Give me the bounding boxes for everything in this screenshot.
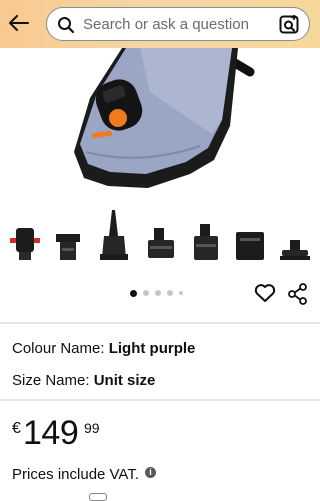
share-icon[interactable] — [288, 283, 308, 305]
info-icon[interactable]: i — [145, 467, 156, 478]
section-divider — [0, 322, 320, 324]
search-input[interactable]: Search or ask a question — [46, 7, 310, 41]
accessory-thumbnails — [0, 206, 320, 268]
section-divider — [0, 399, 320, 401]
size-value: Unit size — [93, 372, 156, 389]
size-variant-row[interactable]: Size Name: Unit size — [12, 372, 155, 389]
valve-adapter-icon — [10, 228, 40, 260]
back-arrow-icon[interactable] — [8, 12, 30, 34]
colour-variant-row[interactable]: Colour Name: Light purple — [12, 340, 195, 357]
nozzle-flat-icon — [280, 240, 310, 260]
checkbox-partial[interactable] — [89, 493, 107, 501]
nozzle-needle-icon — [100, 210, 128, 260]
size-label: Size Name: — [12, 372, 90, 389]
colour-label: Colour Name: — [12, 340, 105, 357]
price-fraction: 99 — [84, 420, 100, 436]
search-icon — [57, 16, 75, 34]
nozzle-wide-icon — [236, 232, 264, 260]
nozzle-short-icon — [56, 234, 80, 260]
search-placeholder: Search or ask a question — [83, 16, 249, 33]
nozzle-step-icon — [148, 228, 174, 258]
carousel-dot[interactable] — [167, 290, 173, 296]
top-bar: Search or ask a question — [0, 0, 320, 48]
carousel-dot[interactable] — [179, 291, 183, 295]
heart-icon[interactable] — [254, 283, 276, 303]
camera-lens-icon[interactable] — [279, 14, 300, 35]
carousel-dot[interactable] — [155, 290, 161, 296]
price-currency: € — [12, 420, 21, 437]
carousel-dot-active[interactable] — [130, 289, 137, 297]
image-carousel-dots[interactable] — [130, 288, 183, 298]
nozzle-boston-icon — [194, 224, 218, 260]
product-image[interactable] — [0, 48, 320, 196]
price-whole: 149 — [23, 414, 79, 452]
colour-value: Light purple — [108, 340, 196, 357]
carousel-dot[interactable] — [143, 290, 149, 296]
vat-note: Prices include VAT. — [12, 466, 139, 483]
